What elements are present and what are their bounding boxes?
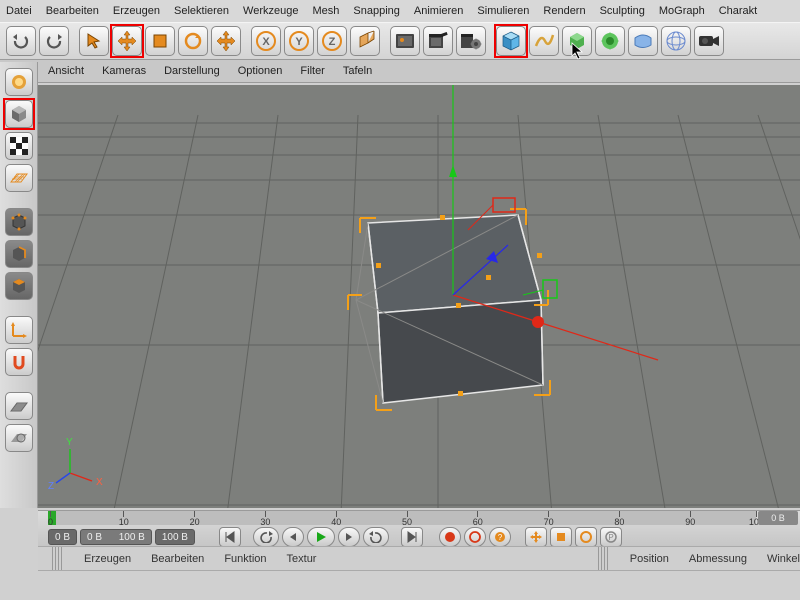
record-button[interactable] — [439, 527, 461, 547]
grip-icon[interactable] — [52, 547, 64, 570]
scale-tool-button[interactable] — [145, 26, 175, 56]
axis-button[interactable] — [5, 316, 33, 344]
left-toolbar — [0, 62, 38, 508]
menu-charakter[interactable]: Charakt — [719, 5, 758, 17]
move-tool-button[interactable] — [112, 26, 142, 56]
play-loop-button[interactable] — [363, 527, 389, 547]
render-pv-button[interactable] — [423, 26, 453, 56]
svg-text:?: ? — [498, 533, 503, 542]
points-mode-button[interactable] — [5, 208, 33, 236]
menu-rendern[interactable]: Rendern — [543, 5, 585, 17]
svg-text:Y: Y — [295, 36, 303, 48]
grip-icon[interactable] — [598, 547, 610, 570]
frame-start-field[interactable]: 0 B — [48, 529, 77, 545]
tweak-button[interactable] — [5, 424, 33, 452]
vmenu-darstellung[interactable]: Darstellung — [164, 65, 220, 77]
z-axis-button[interactable]: Z — [317, 26, 347, 56]
add-environment-button[interactable] — [628, 26, 658, 56]
main-menu: Datei Bearbeiten Erzeugen Selektieren We… — [0, 0, 800, 22]
add-scene-button[interactable] — [661, 26, 691, 56]
key-move-button[interactable] — [525, 527, 547, 547]
menu-mesh[interactable]: Mesh — [312, 5, 339, 17]
autokey-button[interactable] — [464, 527, 486, 547]
menu-sculpting[interactable]: Sculpting — [600, 5, 645, 17]
svg-text:P: P — [608, 533, 613, 542]
key-param-button[interactable]: P — [600, 527, 622, 547]
menu-simulieren[interactable]: Simulieren — [477, 5, 529, 17]
add-generator-button[interactable] — [562, 26, 592, 56]
y-axis-button[interactable]: Y — [284, 26, 314, 56]
menu-erzeugen[interactable]: Erzeugen — [113, 5, 160, 17]
menu-werkzeuge[interactable]: Werkzeuge — [243, 5, 298, 17]
axis-z-label: Z — [48, 481, 54, 492]
goto-end-button[interactable] — [401, 527, 423, 547]
vmenu-tafeln[interactable]: Tafeln — [343, 65, 372, 77]
polygons-mode-button[interactable] — [5, 272, 33, 300]
play-button[interactable] — [307, 527, 335, 547]
vmenu-ansicht[interactable]: Ansicht — [48, 65, 84, 77]
soft-select-button[interactable] — [5, 392, 33, 420]
omenu-textur[interactable]: Textur — [287, 553, 317, 565]
svg-text:X: X — [262, 36, 270, 48]
attr-position-label: Position — [630, 553, 669, 565]
make-editable-button[interactable] — [5, 68, 33, 96]
omenu-erzeugen[interactable]: Erzeugen — [84, 553, 131, 565]
main-toolbar: X Y Z — [0, 22, 800, 60]
keyframe-sel-button[interactable]: ? — [489, 527, 511, 547]
live-select-button[interactable] — [79, 26, 109, 56]
key-rotate-button[interactable] — [575, 527, 597, 547]
timeline-panel: 0 10 20 30 40 50 60 70 80 90 100 0 B 0 B… — [38, 510, 800, 546]
range-field[interactable]: 0 B 100 B — [80, 529, 152, 545]
recent-tool-button[interactable] — [211, 26, 241, 56]
axis-x-label: X — [96, 477, 103, 488]
menu-selektieren[interactable]: Selektieren — [174, 5, 229, 17]
add-spline-button[interactable] — [529, 26, 559, 56]
menu-mograph[interactable]: MoGraph — [659, 5, 705, 17]
texture-mode-button[interactable] — [5, 132, 33, 160]
x-axis-button[interactable]: X — [251, 26, 281, 56]
prev-frame-button[interactable] — [282, 527, 304, 547]
menu-bearbeiten[interactable]: Bearbeiten — [46, 5, 99, 17]
render-view-button[interactable] — [390, 26, 420, 56]
key-scale-button[interactable] — [550, 527, 572, 547]
undo-button[interactable] — [6, 26, 36, 56]
omenu-bearbeiten[interactable]: Bearbeiten — [151, 553, 204, 565]
vmenu-optionen[interactable]: Optionen — [238, 65, 283, 77]
axis-y-label: Y — [66, 437, 73, 448]
coord-system-button[interactable] — [350, 26, 380, 56]
add-camera-button[interactable] — [694, 26, 724, 56]
menu-animieren[interactable]: Animieren — [414, 5, 464, 17]
menu-datei[interactable]: Datei — [6, 5, 32, 17]
rotate-tool-button[interactable] — [178, 26, 208, 56]
frame-end-field[interactable]: 100 B — [155, 529, 195, 545]
omenu-funktion[interactable]: Funktion — [224, 553, 266, 565]
attr-winkel-label: Winkel — [767, 553, 800, 565]
model-mode-button[interactable] — [5, 100, 33, 128]
svg-text:Z: Z — [329, 36, 336, 48]
add-deformer-button[interactable] — [595, 26, 625, 56]
goto-start-button[interactable] — [219, 527, 241, 547]
edges-mode-button[interactable] — [5, 240, 33, 268]
timeline-ruler[interactable]: 0 10 20 30 40 50 60 70 80 90 100 — [48, 511, 756, 525]
object-menu-bar: Erzeugen Bearbeiten Funktion Textur Posi… — [38, 546, 800, 570]
workplane-button[interactable] — [5, 164, 33, 192]
next-frame-button[interactable] — [338, 527, 360, 547]
add-primitive-button[interactable] — [496, 26, 526, 56]
vmenu-filter[interactable]: Filter — [300, 65, 324, 77]
vmenu-kameras[interactable]: Kameras — [102, 65, 146, 77]
current-frame-badge: 0 B — [758, 511, 798, 525]
render-settings-button[interactable] — [456, 26, 486, 56]
viewport-3d[interactable]: X Y Z — [38, 85, 800, 508]
redo-button[interactable] — [39, 26, 69, 56]
snap-enable-button[interactable] — [5, 348, 33, 376]
menu-snapping[interactable]: Snapping — [353, 5, 400, 17]
play-rev-loop-button[interactable] — [253, 527, 279, 547]
attr-abmessung-label: Abmessung — [689, 553, 747, 565]
attribute-fields-bar — [38, 570, 800, 600]
viewport-menu: Ansicht Kameras Darstellung Optionen Fil… — [0, 60, 800, 83]
